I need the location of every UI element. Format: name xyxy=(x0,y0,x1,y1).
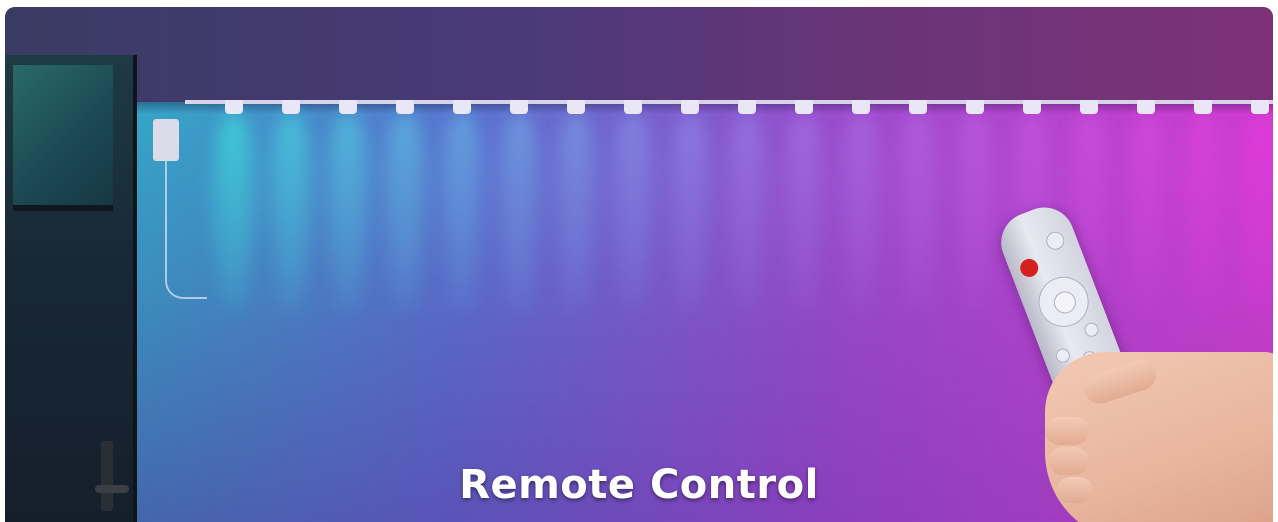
remote-button xyxy=(1053,346,1072,365)
downlight xyxy=(567,100,585,114)
light-beam xyxy=(263,113,319,313)
downlight xyxy=(453,100,471,114)
downlight xyxy=(1137,100,1155,114)
light-beam xyxy=(947,113,1003,313)
light-beam xyxy=(1175,113,1231,313)
door-window xyxy=(13,65,113,211)
downlight xyxy=(624,100,642,114)
light-beam xyxy=(320,113,376,313)
downlight xyxy=(1251,100,1269,114)
downlight xyxy=(738,100,756,114)
power-cable xyxy=(165,157,207,299)
light-beam xyxy=(776,113,832,313)
ceiling xyxy=(5,7,1273,102)
light-beam xyxy=(377,113,433,313)
light-beam xyxy=(719,113,775,313)
power-adapter xyxy=(153,119,179,161)
power-button-icon xyxy=(1017,256,1041,280)
light-beam xyxy=(491,113,547,313)
downlight xyxy=(1194,100,1212,114)
light-beam xyxy=(548,113,604,313)
downlight xyxy=(510,100,528,114)
light-beam xyxy=(605,113,661,313)
play-pause-button-icon xyxy=(1043,229,1067,253)
page-title: Remote Control xyxy=(459,462,819,508)
light-beam xyxy=(833,113,889,313)
downlight xyxy=(909,100,927,114)
light-beam xyxy=(434,113,490,313)
downlight xyxy=(396,100,414,114)
finger xyxy=(1045,417,1089,445)
auto-button-icon xyxy=(1050,288,1080,317)
downlight xyxy=(681,100,699,114)
light-beam xyxy=(662,113,718,313)
door xyxy=(5,55,137,522)
light-beam xyxy=(206,113,262,313)
downlight xyxy=(966,100,984,114)
downlight xyxy=(225,100,243,114)
light-beam xyxy=(1118,113,1174,313)
downlight xyxy=(282,100,300,114)
remote-button xyxy=(1082,320,1101,339)
downlight xyxy=(339,100,357,114)
light-beam xyxy=(890,113,946,313)
downlight xyxy=(1023,100,1041,114)
downlight xyxy=(852,100,870,114)
downlight xyxy=(795,100,813,114)
downlight xyxy=(1080,100,1098,114)
product-photo xyxy=(5,7,1273,522)
